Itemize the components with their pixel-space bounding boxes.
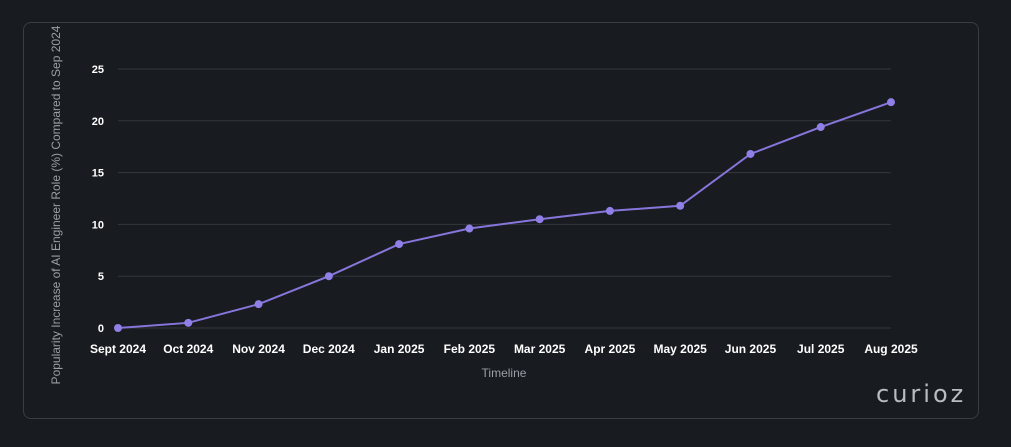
y-tick-label: 20 [92, 116, 104, 128]
x-tick-label: Feb 2025 [444, 342, 496, 356]
x-tick-labels: Sept 2024 Oct 2024 Nov 2024 Dec 2024 Jan 202… [90, 342, 918, 356]
grid-lines [118, 68, 891, 329]
data-point[interactable] [746, 149, 755, 158]
data-point[interactable] [324, 272, 333, 281]
line-chart: 0 5 10 15 20 25 Sept 2024 Oct 2024 Nov 2024 Dec … [49, 25, 918, 384]
data-point[interactable] [816, 123, 825, 132]
y-tick-labels: 0 5 10 15 20 25 [92, 64, 104, 335]
x-tick-label: Oct 2024 [163, 342, 213, 356]
y-tick-label: 25 [92, 64, 104, 76]
series-layer [114, 98, 895, 332]
y-tick-label: 15 [92, 168, 104, 180]
x-tick-label: Jul 2025 [797, 342, 845, 356]
y-tick-label: 0 [98, 323, 104, 335]
data-point[interactable] [535, 215, 544, 224]
x-tick-label: Aug 2025 [864, 342, 918, 356]
data-point[interactable] [605, 206, 614, 215]
x-axis-label: Timeline [482, 366, 527, 380]
y-axis-label: Popularity Increase of AI Engineer Role … [49, 25, 63, 384]
data-point[interactable] [887, 98, 895, 107]
x-tick-label: Dec 2024 [303, 342, 355, 356]
x-tick-label: Jan 2025 [374, 342, 425, 356]
x-tick-label: Sept 2024 [90, 342, 146, 356]
x-tick-label: Jun 2025 [725, 342, 777, 356]
data-point[interactable] [465, 224, 474, 233]
y-tick-label: 5 [98, 271, 104, 283]
data-point[interactable] [395, 240, 404, 249]
data-point[interactable] [254, 300, 263, 309]
data-point[interactable] [676, 201, 685, 210]
data-point[interactable] [184, 318, 193, 327]
series-line [117, 101, 892, 329]
data-point[interactable] [114, 324, 122, 332]
x-tick-label: Nov 2024 [232, 342, 285, 356]
x-tick-label: Apr 2025 [585, 342, 636, 356]
x-tick-label: May 2025 [653, 342, 707, 356]
y-tick-label: 10 [92, 219, 104, 231]
curioz-logo: curioz [876, 380, 967, 408]
x-tick-label: Mar 2025 [514, 342, 566, 356]
